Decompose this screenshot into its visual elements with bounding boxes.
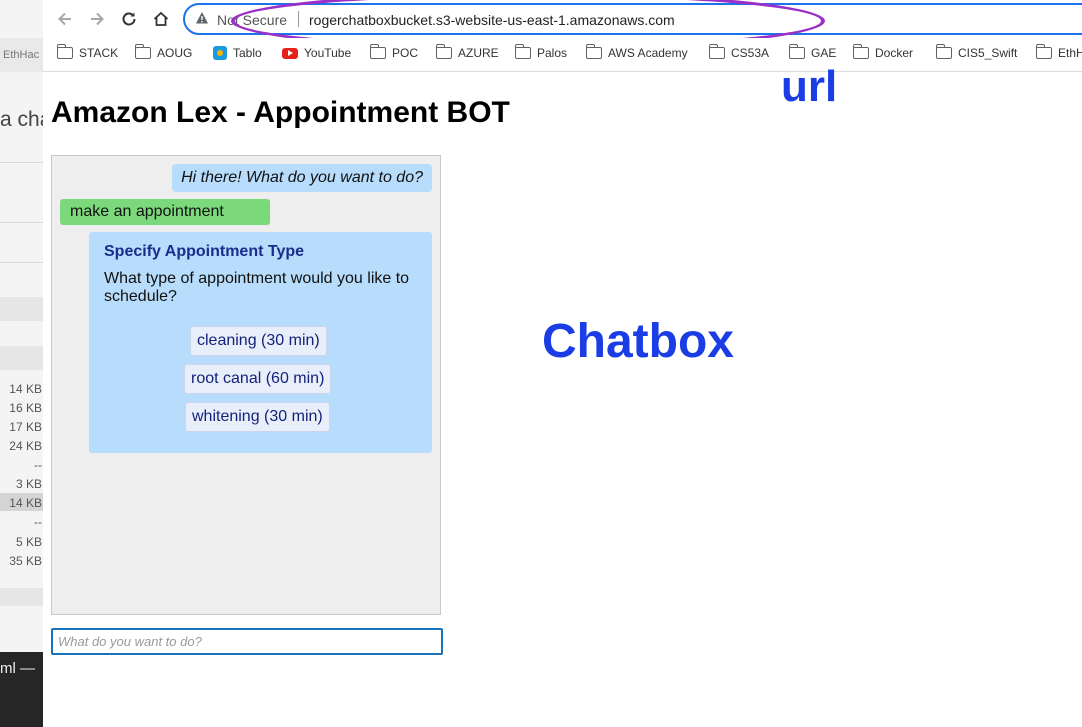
bookmark-palos[interactable]: Palos (514, 44, 568, 60)
bookmark-label: AZURE (458, 46, 499, 60)
file-size: 3 KB (15, 477, 42, 491)
user-message: make an appointment (60, 199, 270, 225)
bookmark-aoug[interactable]: AOUG (134, 44, 193, 60)
divider (298, 11, 299, 27)
divider (0, 222, 43, 223)
bookmark-label: EthH (1058, 46, 1082, 60)
bookmark-label: YouTube (304, 46, 352, 60)
bookmark-label: AOUG (157, 46, 193, 60)
folder-icon (852, 44, 869, 59)
file-size: -- (34, 515, 42, 529)
background-terminal-title: ml — (0, 660, 35, 677)
file-size: 17 KB (9, 420, 42, 434)
chatbox-annotation-label: Chatbox (542, 315, 734, 368)
file-size: 35 KB (9, 554, 42, 568)
address-bar[interactable]: Not Secure rogerchatboxbucket.s3-website… (183, 3, 1082, 35)
bookmark-label: GAE (811, 46, 837, 60)
folder-icon (56, 44, 73, 59)
home-icon[interactable] (149, 7, 173, 31)
background-heading: a cha (0, 108, 43, 131)
chat-input[interactable] (51, 628, 443, 655)
background-row (0, 297, 43, 321)
bookmark-label: Docker (875, 46, 914, 60)
folder-icon (935, 44, 952, 59)
bookmark-label: Palos (537, 46, 568, 60)
bookmark-ethh[interactable]: EthH (1035, 44, 1082, 60)
file-size: 14 KB (9, 382, 42, 396)
folder-icon (788, 44, 805, 59)
bookmark-stack[interactable]: STACK (56, 44, 119, 60)
response-card-title: Specify Appointment Type (104, 243, 305, 260)
folder-icon (134, 44, 151, 59)
bookmark-cis5-swift[interactable]: CIS5_Swift (935, 44, 1018, 60)
bookmark-aws-academy[interactable]: AWS Academy (585, 44, 688, 60)
background-window: EthHac a cha 14 KB 16 KB 17 KB 24 KB -- … (0, 0, 43, 727)
folder-icon (435, 44, 452, 59)
bookmark-youtube[interactable]: YouTube (282, 46, 351, 60)
browser-window: Not Secure rogerchatboxbucket.s3-website… (43, 0, 1082, 727)
bookmark-tablo[interactable]: Tablo (213, 46, 262, 60)
file-size: 5 KB (15, 535, 42, 549)
bookmark-label: POC (392, 46, 419, 60)
reload-icon[interactable] (117, 7, 141, 31)
background-row (0, 588, 43, 606)
response-card: Specify Appointment Type What type of ap… (89, 232, 432, 453)
bot-message: Hi there! What do you want to do? (172, 164, 432, 192)
folder-icon (1035, 44, 1052, 59)
bookmark-label: Tablo (233, 46, 262, 60)
background-tab-label: EthHac (3, 49, 40, 61)
warning-icon[interactable] (195, 11, 209, 28)
file-size: -- (34, 458, 42, 472)
browser-toolbar: Not Secure rogerchatboxbucket.s3-website… (43, 0, 1082, 50)
folder-icon (514, 44, 531, 59)
bookmarks-bar: STACK AOUG Tablo YouTube POC AZURE Palos… (43, 38, 1082, 72)
folder-icon (585, 44, 602, 59)
security-status[interactable]: Not Secure (217, 12, 287, 28)
file-size: 16 KB (9, 401, 42, 415)
divider (0, 162, 43, 163)
bookmark-label: CS53A (731, 46, 770, 60)
background-row (0, 346, 43, 370)
forward-arrow-icon[interactable] (85, 7, 109, 31)
back-arrow-icon[interactable] (53, 7, 77, 31)
folder-icon (369, 44, 386, 59)
bookmark-label: STACK (79, 46, 119, 60)
bookmark-docker[interactable]: Docker (852, 44, 914, 60)
bookmark-label: AWS Academy (608, 46, 688, 60)
file-size: 14 KB (9, 496, 42, 510)
option-root-canal-button[interactable]: root canal (60 min) (184, 364, 332, 394)
url-text[interactable]: rogerchatboxbucket.s3-website-us-east-1.… (309, 12, 675, 28)
option-cleaning-button[interactable]: cleaning (30 min) (190, 326, 327, 356)
file-size: 24 KB (9, 439, 42, 453)
bookmark-poc[interactable]: POC (369, 44, 419, 60)
response-card-prompt: What type of appointment would you like … (104, 270, 410, 305)
option-whitening-button[interactable]: whitening (30 min) (185, 402, 330, 432)
bookmark-gae[interactable]: GAE (788, 44, 837, 60)
tablo-icon (213, 46, 227, 60)
page-title: Amazon Lex - Appointment BOT (51, 96, 510, 129)
bookmark-azure[interactable]: AZURE (435, 44, 499, 60)
url-annotation-label: url (781, 62, 838, 111)
chat-conversation: Hi there! What do you want to do? make a… (51, 155, 441, 615)
divider (0, 262, 43, 263)
folder-icon (708, 44, 725, 59)
bookmark-cs53a[interactable]: CS53A (708, 44, 770, 60)
bookmark-label: CIS5_Swift (958, 46, 1018, 60)
youtube-icon (282, 47, 298, 59)
